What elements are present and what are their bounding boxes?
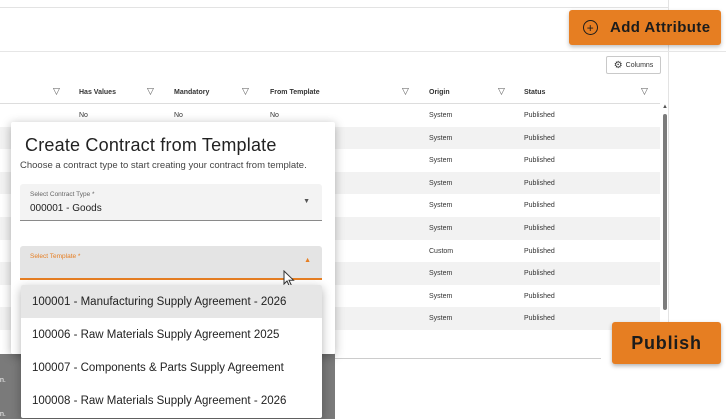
cell-status: Published: [524, 134, 555, 142]
cell-mandatory: No: [174, 112, 183, 119]
filter-icon[interactable]: ▽: [641, 86, 648, 97]
cell-status: Published: [524, 179, 555, 187]
filter-icon[interactable]: ▽: [402, 86, 409, 97]
col-header-status[interactable]: Status: [524, 89, 545, 96]
cell-origin: System: [429, 134, 453, 142]
cell-origin: System: [429, 292, 453, 300]
scrollbar-thumb[interactable]: [663, 114, 667, 310]
cell-status: Published: [524, 157, 555, 165]
publish-button[interactable]: Publish: [612, 322, 721, 364]
top-divider: [0, 7, 668, 8]
template-dropdown-menu: 100001 - Manufacturing Supply Agreement …: [21, 285, 322, 418]
chevron-up-icon: ▲: [304, 257, 311, 264]
template-option[interactable]: 100001 - Manufacturing Supply Agreement …: [21, 285, 322, 318]
publish-label: Publish: [631, 332, 702, 353]
cell-origin: System: [429, 157, 453, 165]
col-header-from-template[interactable]: From Template: [270, 89, 320, 96]
chevron-down-icon: ▼: [303, 198, 310, 205]
cell-status: Published: [524, 270, 555, 278]
cell-origin: Custom: [429, 247, 454, 255]
gear-icon: ⚙: [613, 59, 623, 71]
template-option[interactable]: 100006 - Raw Materials Supply Agreement …: [21, 318, 322, 351]
cell-status: Published: [524, 247, 555, 255]
cell-status: Published: [524, 315, 555, 323]
template-option[interactable]: 100008 - Raw Materials Supply Agreement …: [21, 384, 322, 417]
dialog-title: Create Contract from Template: [25, 135, 277, 155]
filter-icon[interactable]: ▽: [53, 86, 60, 97]
plus-circle-icon: +: [583, 20, 598, 35]
cell-status: Published: [524, 202, 555, 210]
table-header: ▽ Has Values ▽ Mandatory ▽ From Template…: [0, 80, 660, 104]
cell-origin: System: [429, 112, 453, 119]
template-label: Select Template *: [30, 253, 81, 260]
columns-button[interactable]: ⚙ Columns: [606, 56, 661, 74]
cell-has-values: No: [79, 112, 88, 119]
filter-icon[interactable]: ▽: [147, 86, 154, 97]
contract-type-label: Select Contract Type *: [30, 191, 95, 198]
bottom-divider: [335, 358, 601, 359]
page: + Add Attribute ⚙ Columns ▽ Has Values ▽…: [0, 0, 726, 419]
cell-origin: System: [429, 225, 453, 232]
dialog-subtitle: Choose a contract type to start creating…: [20, 160, 307, 171]
filter-icon[interactable]: ▽: [242, 86, 249, 97]
contract-type-select[interactable]: Select Contract Type * 000001 - Goods ▼: [20, 184, 322, 221]
add-attribute-button[interactable]: + Add Attribute: [569, 10, 721, 45]
template-select[interactable]: Select Template * ▲: [20, 246, 322, 280]
background-text: n.: [0, 377, 6, 384]
cell-origin: System: [429, 202, 453, 210]
cell-status: Published: [524, 112, 555, 119]
cell-status: Published: [524, 225, 555, 232]
col-header-has-values[interactable]: Has Values: [79, 89, 116, 96]
filter-icon[interactable]: ▽: [498, 86, 505, 97]
cell-origin: System: [429, 270, 453, 278]
cell-status: Published: [524, 292, 555, 300]
chevron-up-icon[interactable]: ▲: [662, 104, 668, 110]
cell-from-template: No: [270, 112, 279, 119]
toolbar-divider: [0, 51, 726, 52]
add-attribute-label: Add Attribute: [610, 19, 711, 36]
cell-origin: System: [429, 315, 453, 323]
background-text: n.: [0, 411, 6, 418]
col-header-origin[interactable]: Origin: [429, 89, 450, 96]
template-option[interactable]: 100007 - Components & Parts Supply Agree…: [21, 351, 322, 384]
columns-label: Columns: [625, 61, 654, 69]
col-header-mandatory[interactable]: Mandatory: [174, 89, 209, 96]
contract-type-value: 000001 - Goods: [30, 203, 102, 214]
cell-origin: System: [429, 179, 453, 187]
